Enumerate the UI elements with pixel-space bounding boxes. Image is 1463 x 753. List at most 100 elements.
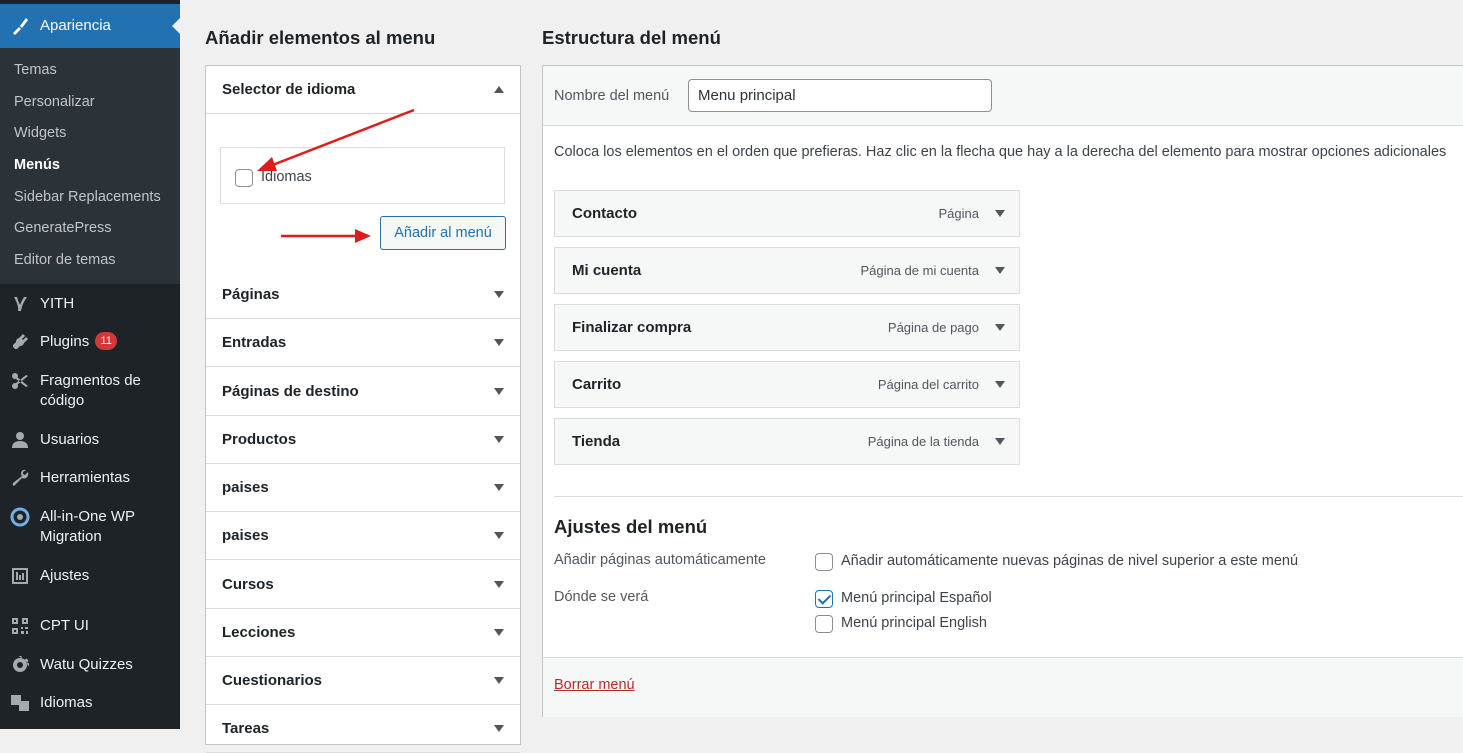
expand-arrow-icon[interactable] (494, 291, 504, 298)
plugin-icon (10, 332, 30, 352)
accordion-language-selector[interactable]: Selector de idioma (206, 66, 520, 114)
accordion-title: Cursos (222, 576, 274, 593)
accordion-paginas[interactable]: Páginas (206, 271, 520, 319)
menu-name-label: Nombre del menú (554, 88, 670, 104)
menu-instructions: Coloca los elementos en el orden que pre… (554, 144, 1447, 160)
sidebar-item-label: Idiomas (40, 694, 93, 711)
accordion-paises[interactable]: paises (206, 464, 520, 512)
submenu-item-sidebar-replacements[interactable]: Sidebar Replacements (14, 187, 161, 207)
menu-footer-bar: Borrar menú (543, 657, 1463, 717)
scissors-icon (10, 371, 30, 391)
expand-arrow-icon[interactable] (995, 324, 1005, 331)
expand-arrow-icon[interactable] (494, 629, 504, 636)
accordion-title: Lecciones (222, 624, 296, 641)
menu-item-finalizar-compra[interactable]: Finalizar compra Página de pago (554, 304, 1020, 351)
menu-name-input[interactable] (688, 79, 992, 112)
menu-item-tienda[interactable]: Tienda Página de la tienda (554, 418, 1020, 465)
menu-item-title: Mi cuenta (572, 262, 642, 279)
menu-item-carrito[interactable]: Carrito Página del carrito (554, 361, 1020, 408)
sidebar-item-label: Ajustes (40, 567, 90, 584)
idiomas-checkbox[interactable] (235, 169, 253, 187)
accordion-title: Páginas (222, 286, 280, 303)
sidebar-item-usuarios[interactable]: Usuarios (0, 430, 180, 450)
sidebar-item-ajustes[interactable]: Ajustes (0, 566, 180, 586)
sidebar-item-all-in-one-wp-migration[interactable]: All-in-One WP Migration (0, 507, 180, 547)
accordion-cursos[interactable]: Cursos (206, 561, 520, 609)
auto-add-checkbox[interactable] (815, 553, 833, 571)
sidebar-item-label: Apariencia (40, 17, 111, 34)
submenu-item-editor-de-temas[interactable]: Editor de temas (14, 250, 116, 270)
accordion-tareas[interactable]: Tareas (206, 705, 520, 753)
menu-item-type: Página del carrito (877, 377, 979, 392)
submenu-item-menus[interactable]: Menús (14, 155, 60, 175)
expand-arrow-icon[interactable] (995, 438, 1005, 445)
expand-arrow-icon[interactable] (494, 436, 504, 443)
submenu-item-widgets[interactable]: Widgets (14, 123, 66, 143)
sidebar-item-yith[interactable]: YITH (0, 294, 180, 314)
expand-arrow-icon[interactable] (494, 677, 504, 684)
menu-item-contacto[interactable]: Contacto Página (554, 190, 1020, 237)
admin-sidebar: Apariencia Temas Personalizar Widgets Me… (0, 0, 180, 729)
sidebar-item-fragmentos[interactable]: Fragmentos de código (0, 371, 180, 411)
sidebar-item-apariencia[interactable]: Apariencia (0, 4, 180, 48)
expand-arrow-icon[interactable] (995, 267, 1005, 274)
accordion-title: Entradas (222, 334, 287, 351)
location-espanol-label: Menú principal Español (841, 590, 992, 606)
menu-item-type: Página (938, 206, 979, 221)
menu-settings-title: Ajustes del menú (554, 516, 708, 537)
menu-item-type: Página de pago (887, 320, 979, 335)
locations-label: Dónde se verá (554, 589, 649, 605)
paintbrush-icon (10, 16, 30, 36)
accordion-lecciones[interactable]: Lecciones (206, 609, 520, 657)
sidebar-item-herramientas[interactable]: Herramientas (0, 468, 180, 488)
accordion-title: paises (222, 527, 269, 544)
accordion-paginas-de-destino[interactable]: Páginas de destino (206, 368, 520, 416)
expand-arrow-icon[interactable] (494, 484, 504, 491)
collapse-arrow-icon[interactable] (494, 86, 504, 93)
language-options-box: Idiomas (220, 147, 505, 204)
expand-arrow-icon[interactable] (494, 532, 504, 539)
sidebar-item-label: YITH (40, 295, 75, 312)
menu-item-type: Página de mi cuenta (860, 263, 979, 278)
auto-add-option-label: Añadir automáticamente nuevas páginas de… (841, 553, 1299, 569)
menu-item-title: Contacto (572, 205, 637, 222)
sidebar-item-label: Usuarios (40, 431, 100, 448)
accordion-title: Selector de idioma (222, 81, 356, 98)
gear-icon (10, 655, 30, 675)
auto-add-label: Añadir páginas automáticamente (554, 552, 766, 568)
add-to-menu-button[interactable]: Añadir al menú (380, 216, 506, 250)
sidebar-item-label: Plugins (40, 333, 90, 350)
sidebar-item-idiomas[interactable]: Idiomas (0, 693, 180, 713)
submenu-item-temas[interactable]: Temas (14, 60, 57, 80)
sidebar-item-watu-quizzes[interactable]: Watu Quizzes (0, 655, 180, 675)
migration-icon (10, 507, 30, 527)
sidebar-item-label: Herramientas (40, 469, 131, 486)
accordion-paises-2[interactable]: paises (206, 512, 520, 560)
translation-icon (10, 693, 30, 713)
expand-arrow-icon[interactable] (494, 581, 504, 588)
idiomas-checkbox-label: Idiomas (261, 169, 312, 185)
user-icon (10, 430, 30, 450)
location-espanol-checkbox[interactable] (815, 590, 833, 608)
sidebar-item-plugins[interactable]: Plugins 11 (0, 332, 180, 352)
expand-arrow-icon[interactable] (494, 388, 504, 395)
accordion-productos[interactable]: Productos (206, 416, 520, 464)
expand-arrow-icon[interactable] (494, 339, 504, 346)
menu-item-mi-cuenta[interactable]: Mi cuenta Página de mi cuenta (554, 247, 1020, 294)
submenu-item-personalizar[interactable]: Personalizar (14, 92, 95, 112)
menu-item-title: Carrito (572, 376, 622, 393)
settings-divider (554, 496, 1463, 497)
location-english-label: Menú principal English (841, 615, 987, 631)
accordion-title: Páginas de destino (222, 383, 359, 400)
submenu-item-generatepress[interactable]: GeneratePress (14, 218, 112, 238)
delete-menu-link[interactable]: Borrar menú (554, 677, 635, 693)
sidebar-item-cpt-ui[interactable]: CPT UI (0, 616, 180, 636)
appearance-submenu: Temas Personalizar Widgets Menús Sidebar… (0, 48, 180, 284)
accordion-title: Productos (222, 431, 297, 448)
expand-arrow-icon[interactable] (995, 381, 1005, 388)
accordion-cuestionarios[interactable]: Cuestionarios (206, 657, 520, 705)
location-english-checkbox[interactable] (815, 615, 833, 633)
accordion-entradas[interactable]: Entradas (206, 319, 520, 367)
expand-arrow-icon[interactable] (995, 210, 1005, 217)
accordion-title: paises (222, 479, 269, 496)
